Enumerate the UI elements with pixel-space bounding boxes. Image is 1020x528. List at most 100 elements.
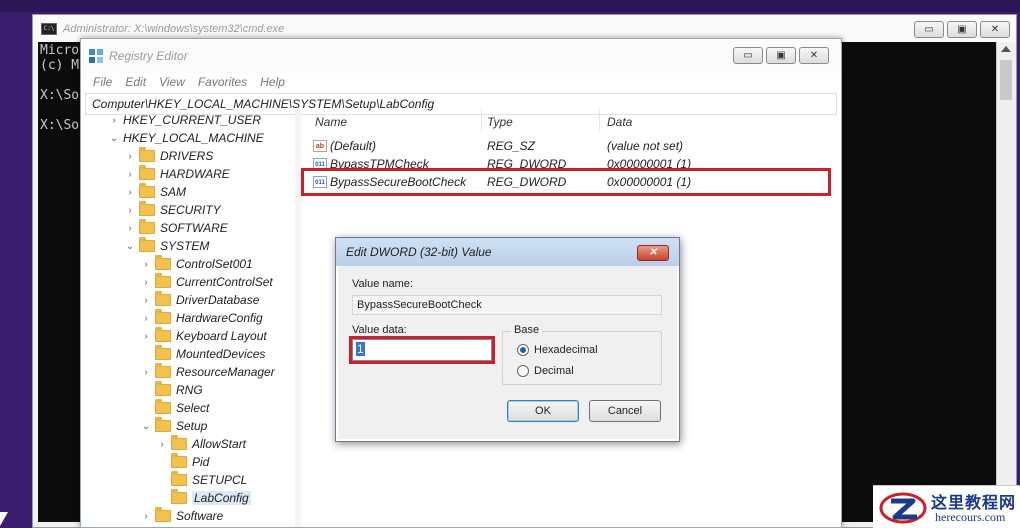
- chevron-right-icon[interactable]: ›: [125, 187, 135, 198]
- tree-item-hardware[interactable]: › HARDWARE: [125, 165, 230, 183]
- column-header-type[interactable]: Type: [487, 115, 513, 129]
- chevron-right-icon[interactable]: ›: [157, 439, 167, 450]
- column-header-name[interactable]: Name: [315, 115, 347, 129]
- chevron-right-icon[interactable]: ›: [141, 367, 151, 378]
- radio-decimal[interactable]: Decimal: [517, 365, 574, 377]
- menu-favorites[interactable]: Favorites: [198, 75, 247, 89]
- folder-icon: [139, 237, 155, 252]
- tree-item-driverdatabase[interactable]: › DriverDatabase: [141, 291, 259, 309]
- menu-edit[interactable]: Edit: [125, 75, 146, 89]
- column-divider[interactable]: [599, 109, 600, 131]
- tree-item-setupcl[interactable]: SETUPCL: [157, 471, 247, 489]
- tree-item-label: ResourceManager: [176, 365, 275, 379]
- tree-item-label: AllowStart: [192, 437, 247, 451]
- regedit-titlebar[interactable]: Registry Editor ▭ ▣ ✕: [81, 39, 841, 73]
- tree-item-label: Keyboard Layout: [176, 329, 267, 343]
- watermark-url: herecours.com: [935, 510, 1006, 524]
- edit-dword-dialog[interactable]: Edit DWORD (32-bit) Value ✕ Value name: …: [335, 237, 680, 442]
- tree-item-label: Pid: [192, 455, 210, 469]
- chevron-right-icon[interactable]: ›: [141, 511, 151, 522]
- menu-file[interactable]: File: [93, 75, 112, 89]
- cancel-button[interactable]: Cancel: [589, 400, 661, 422]
- folder-icon: [155, 309, 171, 324]
- chevron-right-icon[interactable]: ›: [125, 205, 135, 216]
- dialog-close-button[interactable]: ✕: [637, 245, 669, 261]
- tree-item-system[interactable]: ⌄ SYSTEM: [125, 237, 209, 255]
- tree-item-drivers[interactable]: › DRIVERS: [125, 147, 213, 165]
- tree-item-select[interactable]: Select: [141, 399, 209, 417]
- tree-item-security[interactable]: › SECURITY: [125, 201, 221, 219]
- chevron-right-icon[interactable]: ›: [141, 295, 151, 306]
- tree-item-controlset001[interactable]: › ControlSet001: [141, 255, 253, 273]
- value-data: (value not set): [607, 139, 684, 153]
- watermark-logo: [879, 492, 927, 524]
- radio-hexadecimal[interactable]: Hexadecimal: [517, 344, 598, 356]
- column-divider[interactable]: [481, 109, 482, 131]
- menu-help[interactable]: Help: [260, 75, 285, 89]
- desktop-background: [0, 0, 1020, 12]
- scroll-up-arrow-icon[interactable]: [1001, 46, 1011, 52]
- tree-item-hkey-current-user[interactable]: › HKEY_CURRENT_USER: [109, 111, 261, 129]
- tree-item-hardwareconfig[interactable]: › HardwareConfig: [141, 309, 263, 327]
- scroll-thumb[interactable]: [1000, 60, 1012, 100]
- folder-icon: [155, 273, 171, 288]
- tree-item-hkey-local-machine[interactable]: ⌄ HKEY_LOCAL_MACHINE: [109, 129, 264, 147]
- cmd-window-controls: ▭ ▣ ✕: [914, 21, 1010, 38]
- folder-icon: [139, 165, 155, 180]
- mouse-cursor-icon: [0, 512, 8, 526]
- tree-item-currentcontrolset[interactable]: › CurrentControlSet: [141, 273, 273, 291]
- radio-unselected-icon: [517, 365, 529, 377]
- chevron-right-icon[interactable]: ›: [125, 223, 135, 234]
- chevron-right-icon[interactable]: ›: [141, 313, 151, 324]
- ok-button[interactable]: OK: [507, 400, 579, 422]
- column-header-data[interactable]: Data: [607, 115, 632, 129]
- chevron-right-icon[interactable]: ›: [141, 277, 151, 288]
- tree-item-keyboard-layout[interactable]: › Keyboard Layout: [141, 327, 267, 345]
- chevron-right-icon[interactable]: ›: [141, 331, 151, 342]
- tree-item-software[interactable]: › Software: [141, 507, 223, 525]
- tree-item-rng[interactable]: RNG: [141, 381, 203, 399]
- close-button[interactable]: ✕: [980, 21, 1010, 38]
- site-watermark: 这里教程网 herecours.com: [873, 485, 1020, 528]
- tree-item-label: LabConfig: [192, 491, 251, 505]
- dialog-titlebar[interactable]: Edit DWORD (32-bit) Value ✕: [336, 238, 679, 266]
- cmd-scrollbar[interactable]: [996, 42, 1014, 522]
- chevron-down-icon[interactable]: ⌄: [125, 241, 135, 252]
- chevron-down-icon[interactable]: ⌄: [109, 133, 119, 144]
- close-button[interactable]: ✕: [799, 47, 829, 64]
- chevron-right-icon[interactable]: ›: [125, 169, 135, 180]
- value-row-default[interactable]: ab (Default) REG_SZ (value not set): [309, 137, 835, 155]
- folder-icon: [171, 489, 187, 504]
- tree-item-label: HKEY_LOCAL_MACHINE: [123, 131, 264, 145]
- tree-item-setup[interactable]: ⌄ Setup: [141, 417, 207, 435]
- menu-view[interactable]: View: [159, 75, 185, 89]
- minimize-button[interactable]: ▭: [733, 47, 763, 64]
- dialog-title: Edit DWORD (32-bit) Value: [346, 245, 492, 259]
- minimize-button[interactable]: ▭: [914, 21, 944, 38]
- base-label: Base: [511, 324, 543, 336]
- tree-item-allowstart[interactable]: › AllowStart: [157, 435, 246, 453]
- maximize-button[interactable]: ▣: [766, 47, 796, 64]
- tree-item-software[interactable]: › SOFTWARE: [125, 219, 228, 237]
- folder-icon: [171, 471, 187, 486]
- maximize-button[interactable]: ▣: [947, 21, 977, 38]
- value-name-field: BypassSecureBootCheck: [352, 295, 662, 315]
- folder-icon: [171, 453, 187, 468]
- tree-item-label: SOFTWARE: [160, 221, 228, 235]
- chevron-right-icon[interactable]: ›: [109, 115, 119, 126]
- tree-item-resourcemanager[interactable]: › ResourceManager: [141, 363, 275, 381]
- chevron-down-icon[interactable]: ⌄: [141, 421, 151, 432]
- tree-item-sam[interactable]: › SAM: [125, 183, 186, 201]
- tree-item-labconfig[interactable]: LabConfig: [157, 489, 251, 507]
- folder-icon: [155, 327, 171, 342]
- chevron-right-icon[interactable]: ›: [125, 151, 135, 162]
- tree-item-label: Setup: [176, 419, 208, 433]
- tree-item-label: DriverDatabase: [176, 293, 260, 307]
- tree-item-pid[interactable]: Pid: [157, 453, 209, 471]
- chevron-right-icon[interactable]: ›: [141, 259, 151, 270]
- menu-bar: File Edit View Favorites Help: [81, 73, 841, 91]
- tree-item-label: CurrentControlSet: [176, 275, 273, 289]
- value-type: REG_SZ: [487, 139, 536, 153]
- tree-item-label: HardwareConfig: [176, 311, 263, 325]
- tree-item-mounteddevices[interactable]: MountedDevices: [141, 345, 265, 363]
